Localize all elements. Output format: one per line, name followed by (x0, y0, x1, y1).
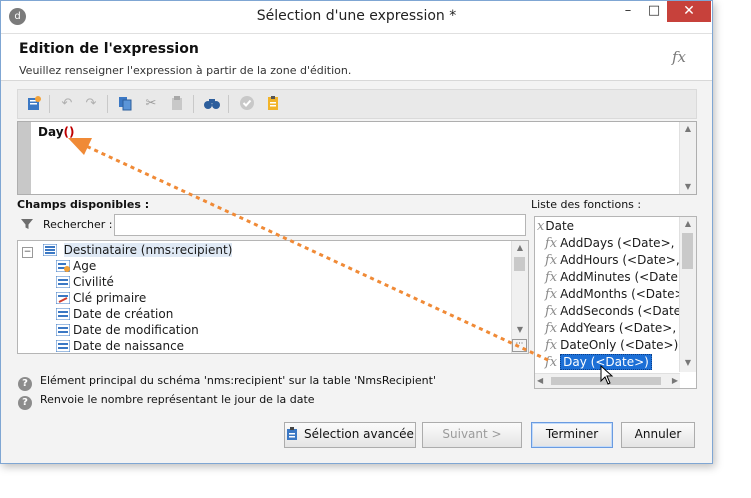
mouse-cursor-icon (600, 365, 614, 385)
drag-arrow (68, 138, 549, 362)
drag-arrow-line (85, 144, 549, 362)
